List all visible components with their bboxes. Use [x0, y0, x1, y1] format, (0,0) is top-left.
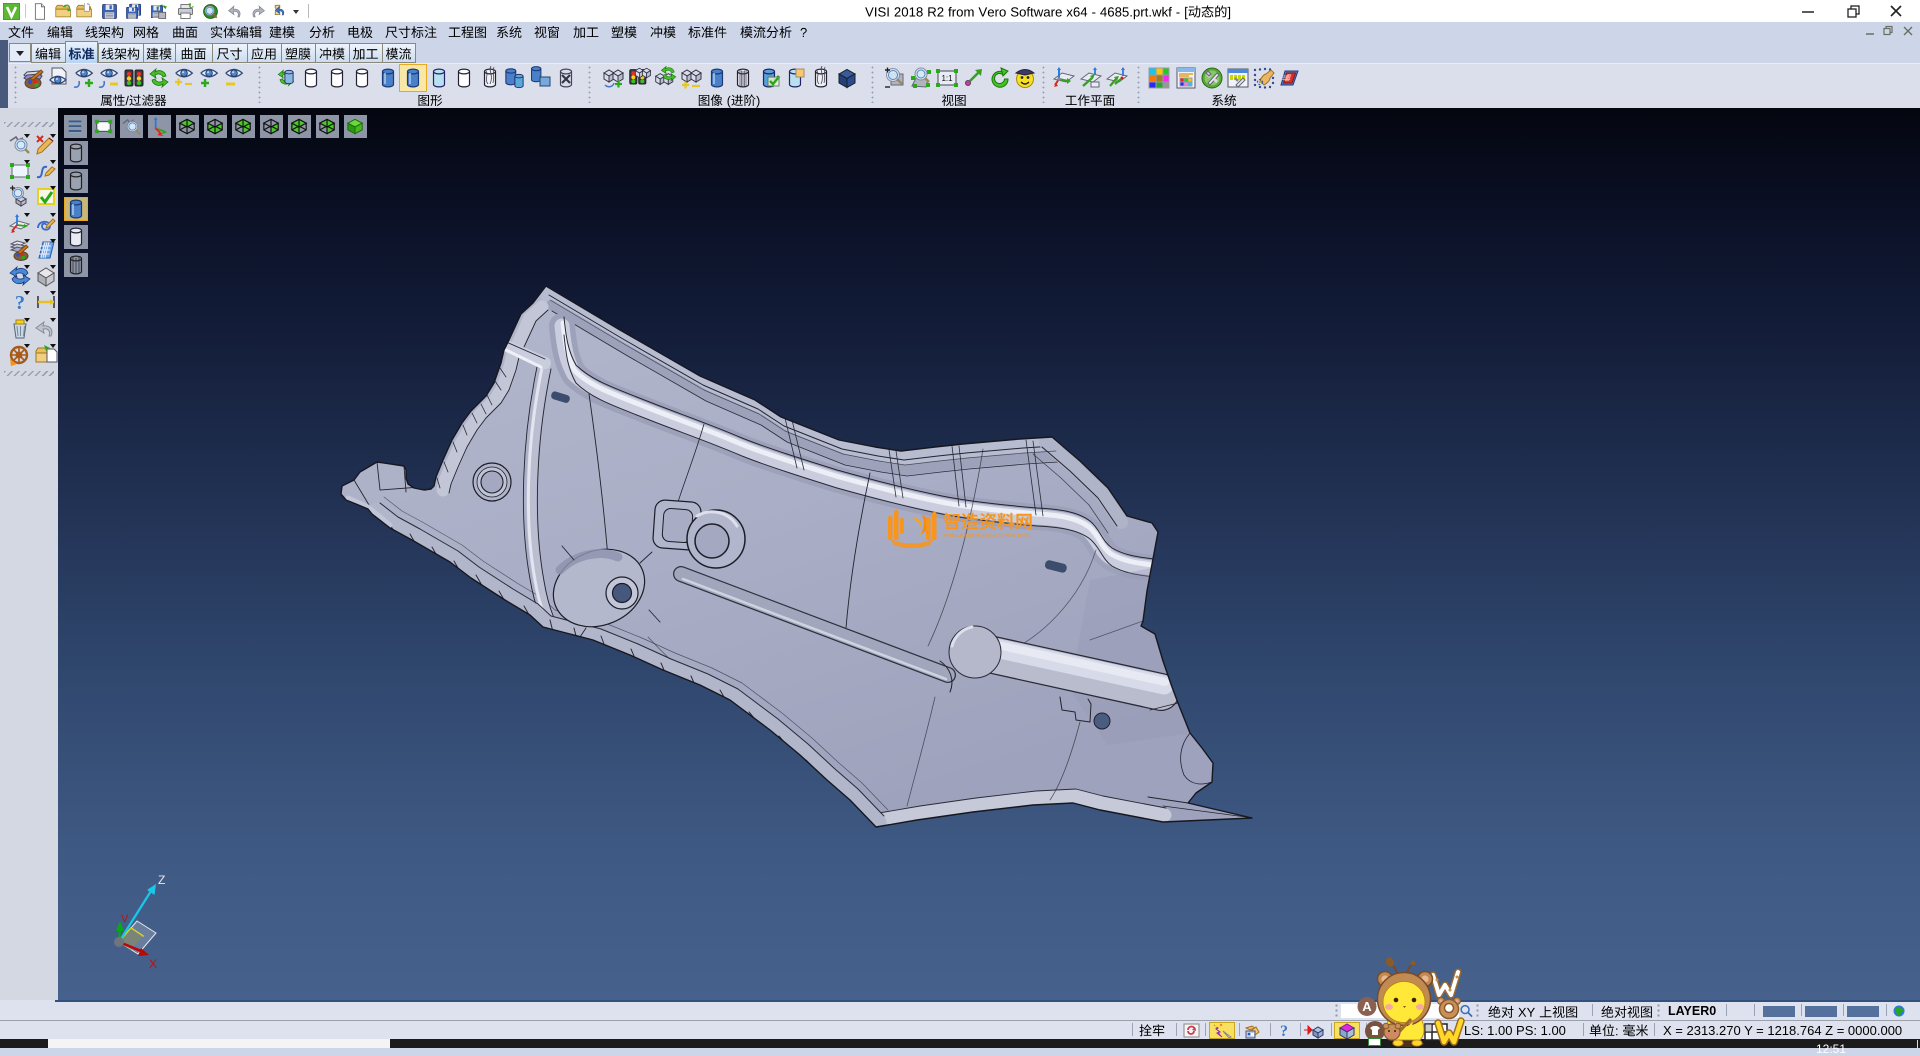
svg-text:A: A — [1362, 999, 1372, 1014]
svg-text:INTELLIGENT MANUFACTURING DATA: INTELLIGENT MANUFACTURING DATA — [944, 533, 1030, 538]
svg-text:?: ? — [1280, 1023, 1288, 1039]
svg-text:V: V — [121, 913, 129, 925]
svg-text:Z: Z — [158, 873, 165, 887]
svg-text:?: ? — [15, 292, 25, 314]
svg-text:X: X — [149, 957, 157, 971]
svg-text:1:1: 1:1 — [941, 74, 953, 83]
